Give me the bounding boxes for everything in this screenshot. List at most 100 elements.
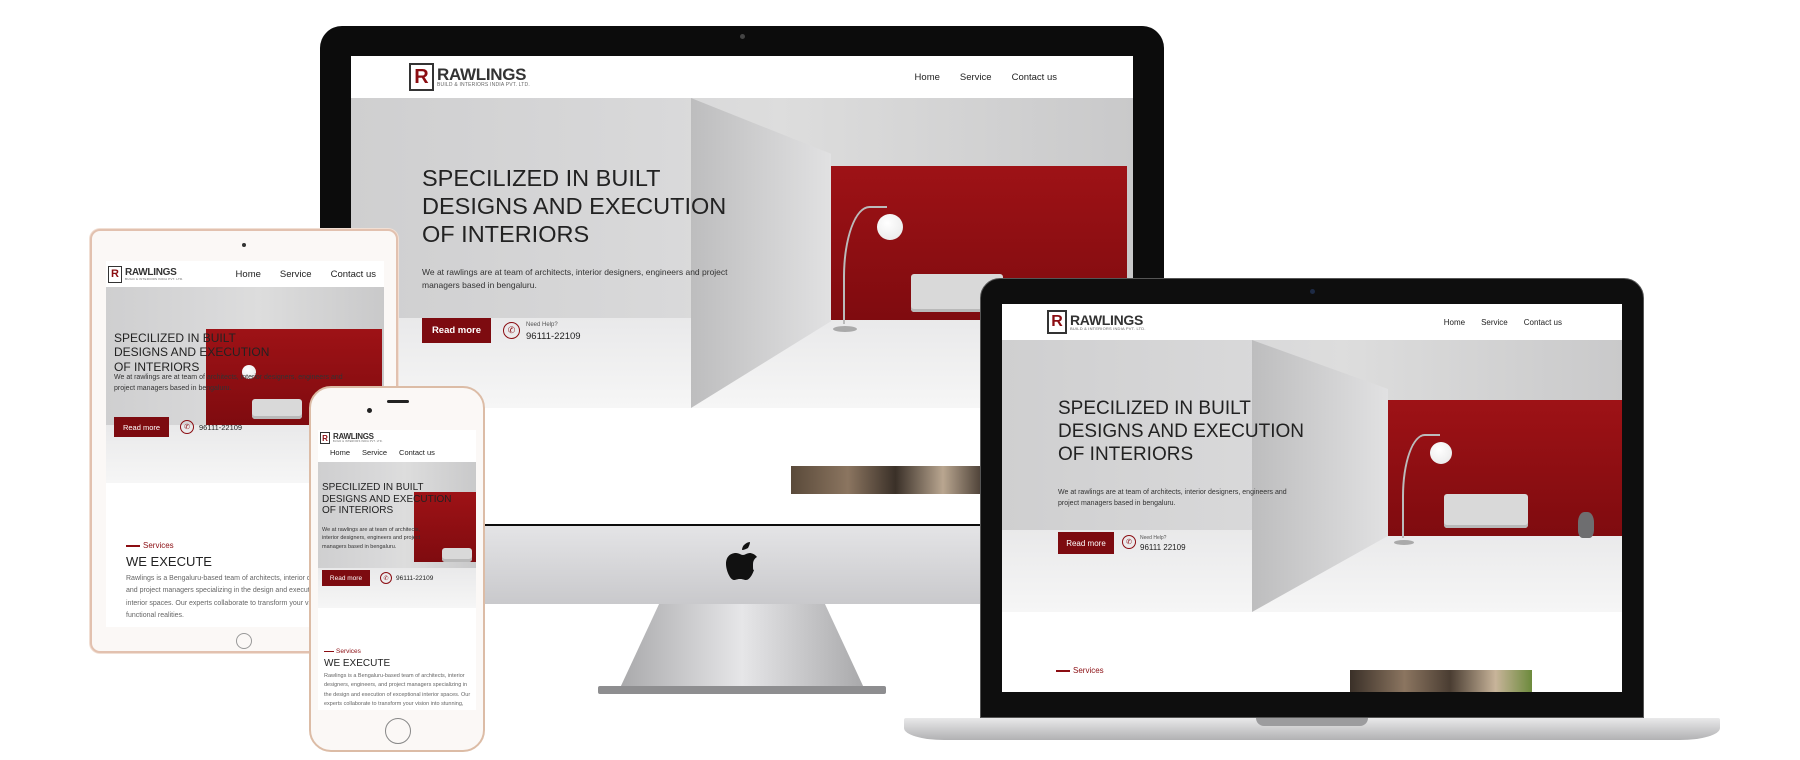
nav-contact-link[interactable]: Contact us: [1012, 72, 1057, 83]
phone-nav-service-link[interactable]: Service: [362, 448, 387, 457]
brand-tagline: BUILD & INTERIORS INDIA PVT. LTD.: [437, 82, 530, 88]
laptop-services-label-text: Services: [1073, 666, 1104, 675]
phone-services-heading: WE EXECUTE: [324, 658, 391, 669]
phone-hero-sofa: [442, 548, 472, 562]
nav-service-link[interactable]: Service: [960, 72, 992, 83]
laptop-logo-mark-icon: R: [1047, 310, 1067, 334]
tablet-logo-mark-icon: R: [108, 265, 122, 283]
tablet-brand-tagline: BUILD & INTERIORS INDIA PVT. LTD.: [125, 276, 184, 281]
laptop-camera-icon: [1310, 289, 1315, 294]
nav-menu: Home Service Contact us: [915, 72, 1057, 83]
tablet-help-phone-number[interactable]: 96111-22109: [199, 423, 242, 432]
phone-help-phone-number[interactable]: 96111-22109: [396, 575, 433, 582]
phone-services-section: Services WE EXECUTE Rawlings is a Bengal…: [324, 648, 472, 710]
tablet-hero-title-line-1: SPECILIZED IN BUILT: [114, 331, 236, 345]
tablet-read-more-button[interactable]: Read more: [114, 417, 169, 437]
logo-mark-icon: R: [409, 63, 434, 91]
laptop-services-label: Services: [1056, 666, 1256, 675]
hero-description: We at rawlings are at team of architects…: [422, 267, 728, 290]
brand-name: RAWLINGS: [437, 65, 527, 84]
imac-stand-foot: [598, 686, 886, 694]
tablet-nav-contact-link[interactable]: Contact us: [331, 269, 376, 280]
laptop-hero-title-line-1: SPECILIZED IN BUILT: [1058, 398, 1251, 419]
phone-hero-title-line-3: OF INTERIORS: [322, 505, 394, 516]
tablet-home-button[interactable]: [236, 633, 252, 649]
phone-hero-description: We at rawlings are at team of architects…: [322, 527, 421, 550]
phone-navbar: R RAWLINGS BUILD & INTERIORS INDIA PVT. …: [318, 430, 476, 462]
tablet-brand-logo[interactable]: R RAWLINGS BUILD & INTERIORS INDIA PVT. …: [108, 265, 184, 283]
phone-hero-section: SPECILIZED IN BUILT DESIGNS AND EXECUTIO…: [318, 462, 476, 608]
laptop-brand-name: RAWLINGS: [1070, 312, 1144, 328]
phone-screen: R RAWLINGS BUILD & INTERIORS INDIA PVT. …: [318, 430, 476, 710]
hero-title-line-1: SPECILIZED IN BUILT: [422, 165, 661, 191]
laptop-read-more-button[interactable]: Read more: [1058, 532, 1114, 554]
laptop-device: R RAWLINGS BUILD & INTERIORS INDIA PVT. …: [904, 278, 1720, 748]
device-mockup-stage: R RAWLINGS BUILD & INTERIORS INDIA PVT. …: [0, 0, 1800, 760]
phone-hero-title-line-1: SPECILIZED IN BUILT: [322, 482, 424, 493]
laptop-hero-title: SPECILIZED IN BUILT DESIGNS AND EXECUTIO…: [1058, 398, 1304, 466]
imac-camera-icon: [740, 34, 745, 39]
apple-logo-icon: [726, 542, 757, 580]
hero-title-line-3: OF INTERIORS: [422, 221, 590, 248]
phone-device: R RAWLINGS BUILD & INTERIORS INDIA PVT. …: [309, 386, 485, 752]
laptop-navbar: R RAWLINGS BUILD & INTERIORS INDIA PVT. …: [1002, 304, 1622, 340]
tablet-hero-title: SPECILIZED IN BUILT DESIGNS AND EXECUTIO…: [114, 331, 269, 374]
phone-logo-mark-icon: R: [320, 432, 330, 444]
phone-read-more-button[interactable]: Read more: [322, 570, 370, 586]
laptop-hero-description: We at rawlings are at team of architects…: [1058, 489, 1287, 507]
phone-hero-title: SPECILIZED IN BUILT DESIGNS AND EXECUTIO…: [322, 482, 451, 517]
laptop-services-gallery-strip: [1350, 670, 1532, 692]
read-more-button[interactable]: Read more: [422, 318, 491, 343]
laptop-nav-home-link[interactable]: Home: [1444, 318, 1465, 327]
phone-nav-home-link[interactable]: Home: [330, 448, 350, 457]
laptop-hero-vase: [1578, 512, 1594, 538]
tablet-hero-title-line-2: DESIGNS AND EXECUTION: [114, 345, 270, 360]
tablet-navbar: R RAWLINGS BUILD & INTERIORS INDIA PVT. …: [106, 261, 384, 287]
phone-phone-icon[interactable]: ✆: [380, 572, 392, 584]
phone-brand-tagline: BUILD & INTERIORS INDIA PVT. LTD.: [333, 439, 383, 443]
tablet-phone-icon[interactable]: ✆: [180, 420, 194, 434]
laptop-nav-service-link[interactable]: Service: [1481, 318, 1508, 327]
phone-services-label: Services: [324, 648, 472, 655]
laptop-hero-lamp-bulb: [1430, 442, 1452, 464]
laptop-phone-icon[interactable]: ✆: [1122, 535, 1136, 549]
laptop-brand-tagline: BUILD & INTERIORS INDIA PVT. LTD.: [1070, 326, 1146, 331]
phone-services-label-text: Services: [336, 648, 361, 655]
imac-stand: [620, 604, 864, 688]
tablet-brand-name: RAWLINGS: [125, 266, 177, 278]
tablet-nav-service-link[interactable]: Service: [280, 269, 312, 280]
phone-nav-contact-link[interactable]: Contact us: [399, 448, 435, 457]
laptop-hero-title-line-2: DESIGNS AND EXECUTION: [1058, 420, 1304, 442]
phone-camera-icon: [367, 408, 372, 413]
laptop-screen: R RAWLINGS BUILD & INTERIORS INDIA PVT. …: [1002, 304, 1622, 692]
phone-earpiece: [387, 400, 409, 403]
phone-services-body: Rawlings is a Bengaluru-based team of ar…: [324, 673, 471, 708]
laptop-hero-title-line-3: OF INTERIORS: [1058, 443, 1194, 465]
laptop-services-section: Services: [1056, 666, 1256, 675]
need-help-label: Need Help?: [526, 322, 558, 328]
phone-brand-logo[interactable]: R RAWLINGS BUILD & INTERIORS INDIA PVT. …: [320, 432, 383, 444]
tablet-hero-description: We at rawlings are at team of architects…: [114, 374, 343, 392]
tablet-hero-sofa: [252, 399, 302, 419]
laptop-hero-section: SPECILIZED IN BUILT DESIGNS AND EXECUTIO…: [1002, 340, 1622, 612]
help-phone-number[interactable]: 96111-22109: [526, 331, 581, 342]
phone-hero-title-line-2: DESIGNS AND EXECUTION: [322, 493, 452, 505]
tablet-nav-home-link[interactable]: Home: [236, 269, 261, 280]
hero-lamp-bulb: [877, 214, 903, 240]
hero-title-line-2: DESIGNS AND EXECUTION: [422, 193, 727, 220]
tablet-hero-title-line-3: OF INTERIORS: [114, 359, 200, 374]
tablet-camera-icon: [242, 243, 246, 247]
phone-icon[interactable]: ✆: [503, 322, 520, 339]
hero-title: SPECILIZED IN BUILT DESIGNS AND EXECUTIO…: [422, 164, 726, 249]
nav-home-link[interactable]: Home: [915, 72, 940, 83]
laptop-hero-lamp-base: [1394, 540, 1414, 545]
laptop-help-phone-number[interactable]: 96111 22109: [1140, 543, 1186, 552]
hero-lamp-base: [833, 326, 857, 332]
phone-home-button[interactable]: [385, 718, 411, 744]
brand-logo[interactable]: R RAWLINGS BUILD & INTERIORS INDIA PVT. …: [409, 63, 530, 91]
laptop-brand-logo[interactable]: R RAWLINGS BUILD & INTERIORS INDIA PVT. …: [1047, 310, 1146, 334]
laptop-hero-sofa: [1444, 494, 1528, 528]
laptop-nav-contact-link[interactable]: Contact us: [1524, 318, 1562, 327]
navbar: R RAWLINGS BUILD & INTERIORS INDIA PVT. …: [351, 56, 1133, 98]
tablet-nav-menu: Home Service Contact us: [236, 269, 376, 280]
